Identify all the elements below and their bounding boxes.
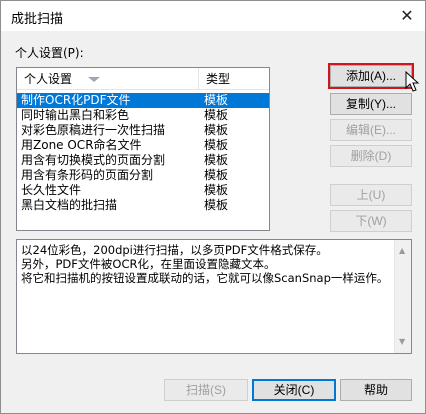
- list-item-name: 用含有切换模式的页面分割: [21, 153, 166, 167]
- list-item[interactable]: 同时输出黑白和彩色 模板: [17, 108, 269, 123]
- close-icon[interactable]: ✕: [397, 6, 417, 26]
- description-line: 以24位彩色，200dpi进行扫描，以多页PDF文件格式保存。: [21, 243, 328, 257]
- move-up-button[interactable]: 上(U): [330, 184, 412, 206]
- mouse-cursor-icon: [405, 71, 420, 92]
- description-line: 将它和扫描机的按钮设置成联动的话，它就可以像ScanSnap一样运作。: [21, 271, 389, 285]
- batch-scan-dialog: 成批扫描 ✕ 个人设置(P): 个人设置 类型 制作OCR化PDF文件 模板 同时输…: [0, 0, 426, 414]
- list-item-type: 模板: [204, 93, 229, 107]
- copy-button[interactable]: 复制(Y)...: [330, 93, 412, 115]
- list-item-name: 同时输出黑白和彩色: [21, 108, 130, 122]
- add-button[interactable]: 添加(A)...: [330, 65, 412, 87]
- list-item[interactable]: 长久性文件 模板: [17, 183, 269, 198]
- sort-arrow-icon: [88, 77, 100, 82]
- personal-settings-label: 个人设置(P):: [15, 46, 84, 60]
- column-header-settings[interactable]: 个人设置: [17, 68, 199, 90]
- list-item-name: 用含有条形码的页面分割: [21, 168, 154, 182]
- list-item[interactable]: 用含有条形码的页面分割 模板: [17, 168, 269, 183]
- list-item-type: 模板: [204, 153, 229, 167]
- list-item-type: 模板: [204, 198, 229, 212]
- close-button[interactable]: 关闭(C): [252, 379, 336, 401]
- help-button[interactable]: 帮助: [340, 379, 412, 401]
- delete-button[interactable]: 删除(D): [330, 145, 412, 167]
- description-line: 另外，PDF文件被OCR化，在里面设置隐藏文本。: [21, 257, 276, 271]
- list-item[interactable]: 对彩色原稿进行一次性扫描 模板: [17, 123, 269, 138]
- scan-button[interactable]: 扫描(S): [164, 379, 248, 401]
- list-item[interactable]: 用含有切换模式的页面分割 模板: [17, 153, 269, 168]
- list-item-name: 用Zone OCR命名文件: [21, 138, 142, 152]
- list-item[interactable]: 黑白文档的批扫描 模板: [17, 198, 269, 213]
- move-down-button[interactable]: 下(W): [330, 210, 412, 232]
- list-item[interactable]: 用Zone OCR命名文件 模板: [17, 138, 269, 153]
- list-item-name: 制作OCR化PDF文件: [21, 93, 131, 107]
- list-item-name: 黑白文档的批扫描: [21, 198, 118, 212]
- scroll-up-icon[interactable]: ▲: [399, 244, 405, 258]
- list-item-type: 模板: [204, 138, 229, 152]
- list-item-type: 模板: [204, 183, 229, 197]
- list-header: 个人设置 类型: [17, 68, 269, 90]
- edit-button[interactable]: 编辑(E)...: [330, 119, 412, 141]
- description-box: 以24位彩色，200dpi进行扫描，以多页PDF文件格式保存。 另外，PDF文件…: [16, 239, 412, 354]
- list-item-name: 长久性文件: [21, 183, 82, 197]
- description-scrollbar[interactable]: ▲ ▼: [394, 240, 411, 353]
- column-header-type[interactable]: 类型: [199, 68, 269, 90]
- list-item-type: 模板: [204, 168, 229, 182]
- window-title: 成批扫描: [11, 12, 64, 27]
- list-item[interactable]: 制作OCR化PDF文件 模板: [17, 93, 269, 108]
- title-bar: 成批扫描 ✕: [1, 1, 425, 31]
- scroll-down-icon[interactable]: ▼: [399, 335, 405, 349]
- list-item-name: 对彩色原稿进行一次性扫描: [21, 123, 166, 137]
- list-rows: 制作OCR化PDF文件 模板 同时输出黑白和彩色 模板 对彩色原稿进行一次性扫描 模板 用Z…: [17, 93, 269, 213]
- list-item-type: 模板: [204, 108, 229, 122]
- list-item-type: 模板: [204, 123, 229, 137]
- settings-list[interactable]: 个人设置 类型 制作OCR化PDF文件 模板 同时输出黑白和彩色 模板 对彩色原稿进行一…: [16, 67, 270, 231]
